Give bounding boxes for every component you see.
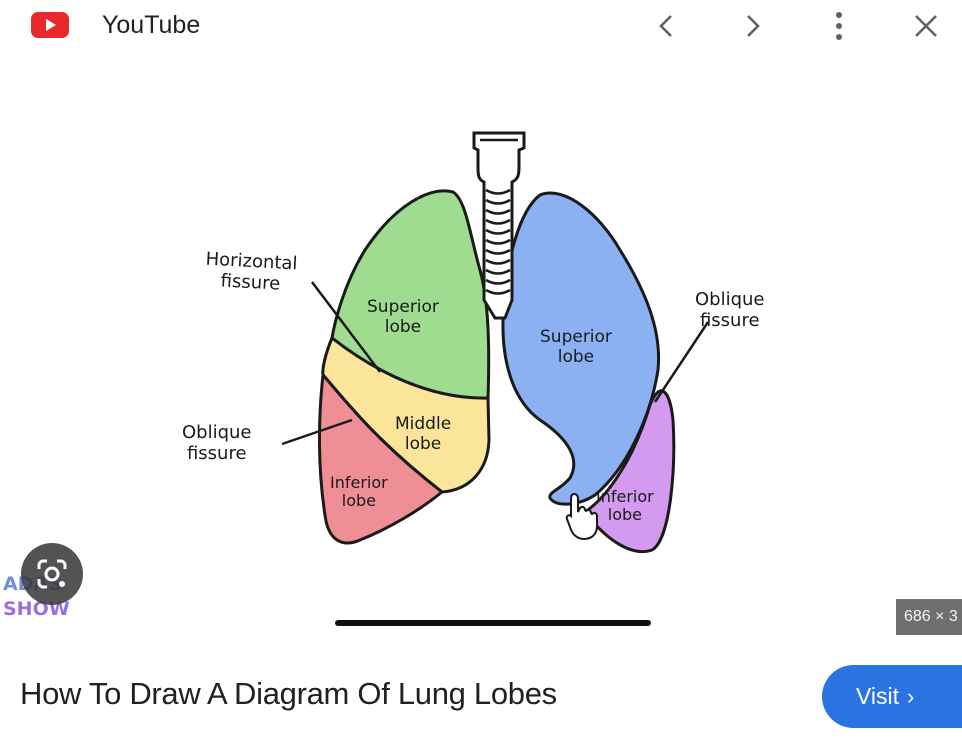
image-viewer: YouTube Horizontal fissure Oblique fissu… — [0, 0, 962, 748]
chevron-right-icon: › — [907, 683, 915, 709]
lens-search-button[interactable] — [21, 543, 83, 605]
label-right-superior-lobe: Superior lobe — [540, 327, 612, 367]
scrub-bar[interactable] — [335, 620, 651, 626]
more-vert-icon — [836, 12, 842, 40]
previous-button[interactable] — [646, 6, 686, 46]
label-left-inferior-lobe: Inferior lobe — [330, 473, 388, 511]
visit-label: Visit — [856, 683, 900, 709]
viewer-header: YouTube — [0, 0, 962, 56]
visit-button[interactable]: Visit › — [822, 665, 962, 728]
next-button[interactable] — [733, 6, 773, 46]
label-oblique-fissure-left: Oblique fissure — [182, 422, 252, 464]
chevron-left-icon — [659, 15, 672, 37]
label-left-superior-lobe: Superior lobe — [367, 297, 439, 337]
image-preview[interactable]: Horizontal fissure Oblique fissure Obliq… — [0, 60, 962, 640]
dimensions-badge: 686 × 3 — [896, 599, 962, 635]
more-options-button[interactable] — [819, 6, 859, 46]
source-name[interactable]: YouTube — [102, 10, 200, 40]
result-title[interactable]: How To Draw A Diagram Of Lung Lobes — [20, 676, 557, 712]
close-icon — [915, 15, 937, 37]
label-horizontal-fissure: Horizontal fissure — [205, 248, 298, 295]
lens-icon — [37, 559, 67, 589]
label-oblique-fissure-right: Oblique fissure — [695, 289, 765, 331]
label-right-inferior-lobe: Inferior lobe — [596, 487, 654, 525]
youtube-logo-icon — [31, 10, 69, 40]
label-middle-lobe: Middle lobe — [395, 414, 452, 454]
lung-diagram — [281, 131, 710, 554]
close-button[interactable] — [906, 6, 946, 46]
chevron-right-icon — [747, 15, 760, 37]
